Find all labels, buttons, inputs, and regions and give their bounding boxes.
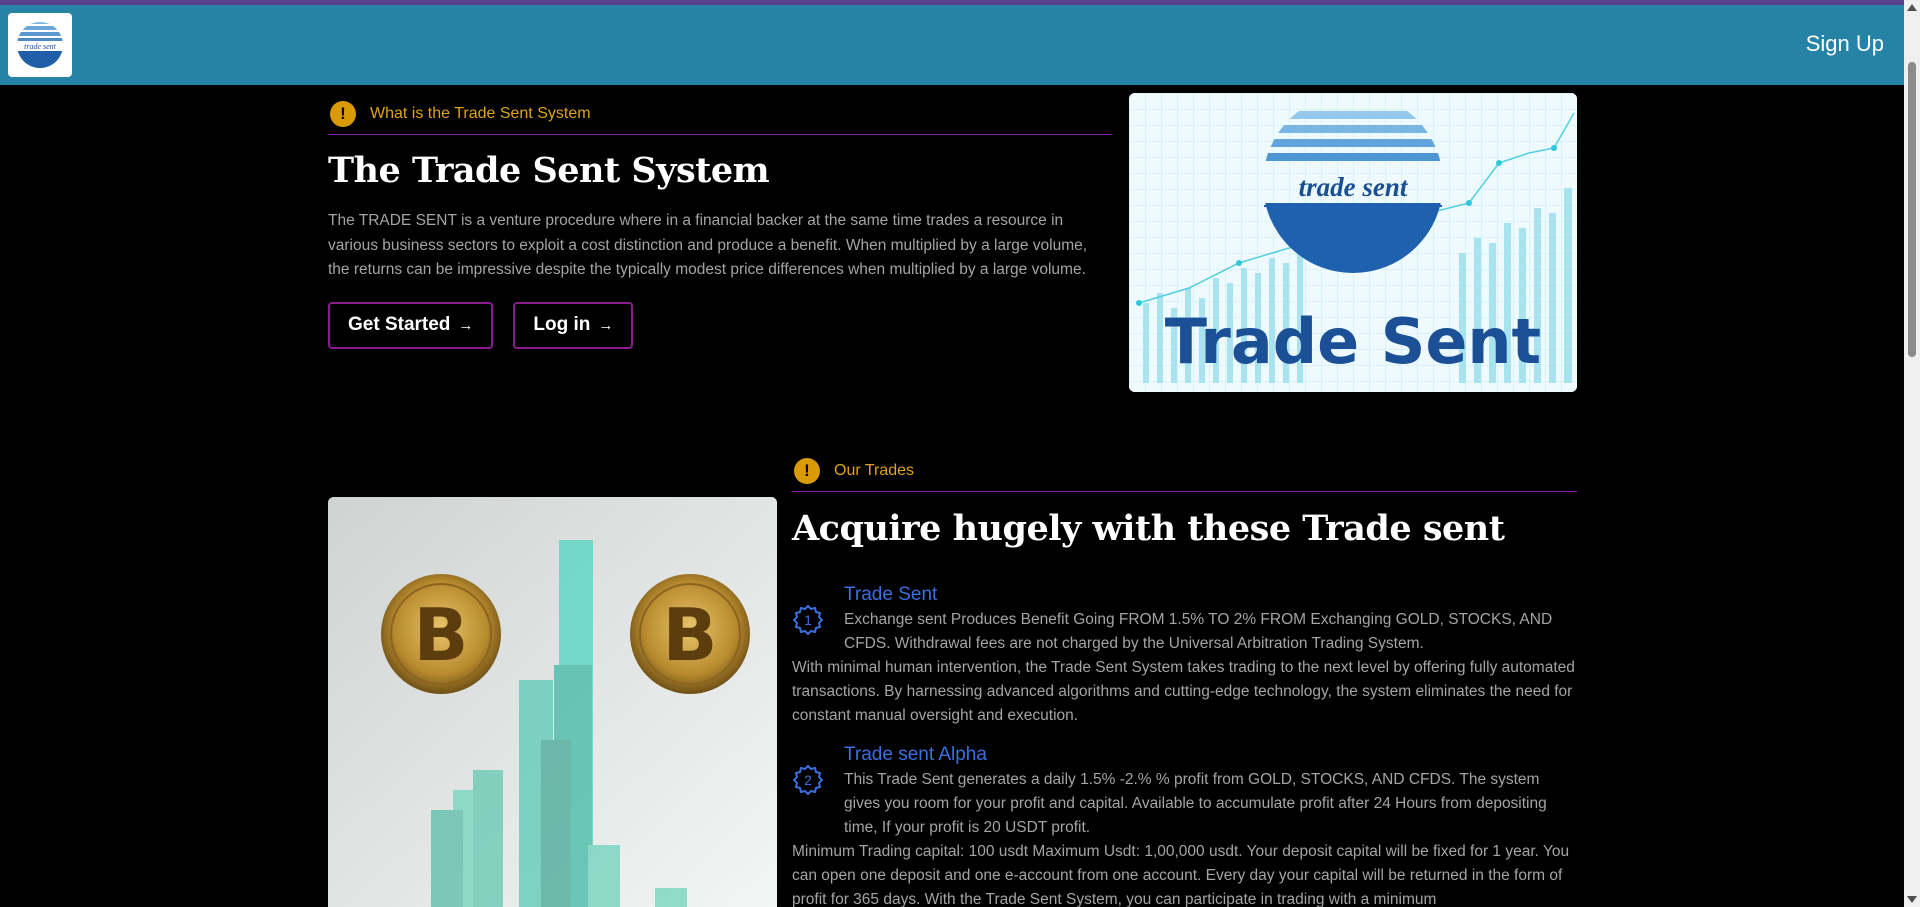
feature-item: 1 Trade Sent Exchange sent Produces Bene…: [792, 582, 1577, 728]
site-header: trade sent Sign Up: [0, 5, 1904, 85]
number-badge-icon: 1: [792, 582, 844, 656]
login-label: Log in: [533, 314, 591, 335]
page-scrollbar[interactable]: [1904, 0, 1920, 907]
svg-text:trade sent: trade sent: [24, 42, 57, 51]
arrow-right-icon: →: [458, 316, 474, 334]
exclamation-icon: !: [330, 100, 356, 127]
intro-eyebrow: ! What is the Trade Sent System: [328, 93, 1112, 135]
get-started-button[interactable]: Get Started →: [328, 301, 494, 349]
trades-section: ! Our Trades Acquire hugely with these T…: [792, 450, 1577, 907]
svg-text:trade sent: trade sent: [1299, 172, 1409, 202]
sign-up-link[interactable]: Sign Up: [1806, 31, 1884, 57]
svg-text:2: 2: [804, 772, 812, 788]
trade-sent-hero-image: trade sent Trade Sent: [1129, 93, 1577, 392]
page-title: The Trade Sent System: [328, 150, 770, 191]
scroll-up-arrow-icon[interactable]: [1907, 4, 1917, 11]
intro-eyebrow-text: What is the Trade Sent System: [370, 104, 591, 122]
trade-sent-logo-icon: trade sent: [17, 22, 63, 68]
arrow-right-icon: →: [598, 316, 614, 334]
trades-eyebrow: ! Our Trades: [792, 450, 1577, 492]
svg-text:B: B: [663, 593, 718, 677]
bitcoin-coin-icon: B: [630, 574, 750, 694]
number-badge-icon: 2: [792, 742, 844, 840]
feature-text: Exchange sent Produces Benefit Going FRO…: [844, 611, 1553, 652]
scroll-thumb[interactable]: [1908, 62, 1916, 357]
bitcoin-chart-image: B B: [328, 497, 777, 907]
site-logo[interactable]: trade sent: [8, 13, 72, 77]
feature-details: Minimum Trading capital: 100 usdt Maximu…: [792, 843, 1570, 907]
feature-text: This Trade Sent generates a daily 1.5% -…: [844, 771, 1547, 836]
intro-section: ! What is the Trade Sent System The Trad…: [328, 93, 1112, 349]
feature-title: Trade Sent: [844, 584, 938, 605]
login-button[interactable]: Log in →: [513, 301, 634, 349]
scroll-down-arrow-icon[interactable]: [1907, 896, 1917, 903]
intro-description: The TRADE SENT is a venture procedure wh…: [328, 212, 1088, 278]
feature-item: 2 Trade sent Alpha This Trade Sent gener…: [792, 742, 1577, 907]
feature-details: With minimal human intervention, the Tra…: [792, 659, 1575, 724]
intro-actions: Get Started → Log in →: [328, 301, 1112, 349]
trades-title: Acquire hugely with these Trade sent: [792, 508, 1505, 549]
exclamation-icon: !: [794, 457, 820, 484]
trades-eyebrow-text: Our Trades: [834, 461, 915, 479]
get-started-label: Get Started: [348, 314, 451, 335]
svg-text:B: B: [414, 593, 469, 677]
feature-title: Trade sent Alpha: [844, 744, 987, 765]
svg-text:Trade Sent: Trade Sent: [1165, 305, 1541, 378]
svg-text:1: 1: [804, 612, 812, 628]
bitcoin-coin-icon: B: [381, 574, 501, 694]
